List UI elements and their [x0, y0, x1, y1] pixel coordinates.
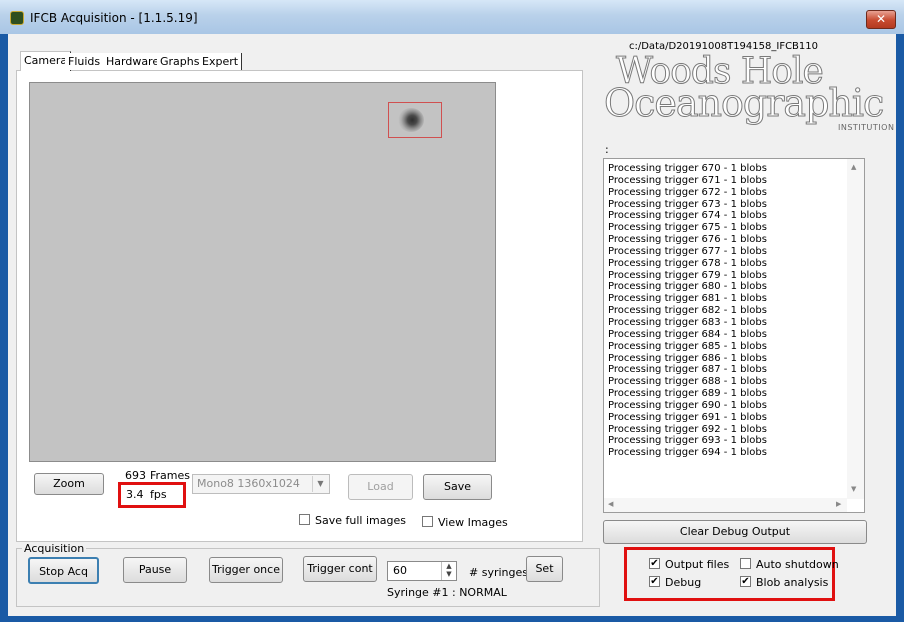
save-button[interactable]: Save [423, 474, 492, 500]
tab-hardware[interactable]: Hardware [103, 53, 164, 70]
fps-label: fps [150, 488, 167, 501]
list-item: Processing trigger 685 - 1 blobs [608, 340, 767, 352]
list-item: Processing trigger 670 - 1 blobs [608, 163, 767, 174]
particle-image [398, 108, 424, 132]
auto-shutdown-label: Auto shutdown [756, 558, 839, 571]
scroll-right-icon[interactable]: ▶ [836, 500, 841, 508]
output-files-label: Output files [665, 558, 730, 571]
list-item: Processing trigger 675 - 1 blobs [608, 222, 767, 234]
list-item: Processing trigger 673 - 1 blobs [608, 198, 767, 210]
list-item: Processing trigger 682 - 1 blobs [608, 305, 767, 317]
tab-camera[interactable]: Camera [20, 51, 72, 71]
list-item: Processing trigger 684 - 1 blobs [608, 328, 767, 340]
list-item: Processing trigger 671 - 1 blobs [608, 174, 767, 186]
list-item: Processing trigger 681 - 1 blobs [608, 293, 767, 305]
horizontal-scrollbar[interactable]: ◀ ▶ [604, 498, 847, 512]
camera-mode-select[interactable]: Mono8 1360x1024 ▼ [192, 474, 330, 494]
debug-checkbox[interactable]: ✔ [649, 576, 660, 587]
list-item: Processing trigger 677 - 1 blobs [608, 245, 767, 257]
scroll-left-icon[interactable]: ◀ [608, 500, 613, 508]
list-item: Processing trigger 693 - 1 blobs [608, 435, 767, 447]
scroll-down-icon[interactable]: ▼ [851, 485, 856, 493]
syringes-value: 60 [393, 564, 407, 577]
view-images-checkbox[interactable] [422, 516, 433, 527]
stop-acq-button[interactable]: Stop Acq [28, 557, 99, 584]
trigger-cont-button[interactable]: Trigger cont [303, 556, 377, 582]
fps-value: 3.4 [126, 488, 144, 501]
options-highlight-box [624, 547, 835, 601]
zoom-button[interactable]: Zoom [34, 473, 104, 495]
scroll-up-icon[interactable]: ▲ [851, 163, 856, 171]
list-item: Processing trigger 688 - 1 blobs [608, 376, 767, 388]
frames-label: Frames [150, 469, 191, 482]
camera-mode-value: Mono8 1360x1024 [197, 477, 300, 490]
tab-fluids[interactable]: Fluids [65, 53, 105, 70]
list-item: Processing trigger 678 - 1 blobs [608, 257, 767, 269]
set-button[interactable]: Set [526, 556, 563, 582]
debug-log-lines: Processing trigger 670 - 1 blobs Process… [608, 163, 767, 459]
list-item: Processing trigger 690 - 1 blobs [608, 399, 767, 411]
close-button[interactable]: ✕ [866, 10, 896, 29]
blob-analysis-label: Blob analysis [756, 576, 829, 589]
list-item: Processing trigger 689 - 1 blobs [608, 388, 767, 400]
tab-expert[interactable]: Expert [199, 53, 243, 70]
frames-count: 693 [125, 469, 146, 482]
clear-debug-output-button[interactable]: Clear Debug Output [603, 520, 867, 544]
blob-analysis-checkbox[interactable]: ✔ [740, 576, 751, 587]
load-button[interactable]: Load [348, 474, 413, 500]
list-item: Processing trigger 692 - 1 blobs [608, 423, 767, 435]
list-item: Processing trigger 687 - 1 blobs [608, 364, 767, 376]
auto-shutdown-checkbox[interactable] [740, 558, 751, 569]
list-item: Processing trigger 674 - 1 blobs [608, 210, 767, 222]
trigger-once-button[interactable]: Trigger once [209, 557, 283, 583]
syringes-stepper[interactable]: 60 ▲ ▼ [387, 561, 457, 581]
pause-button[interactable]: Pause [123, 557, 187, 583]
list-item: Processing trigger 691 - 1 blobs [608, 411, 767, 423]
save-full-images-checkbox[interactable] [299, 514, 310, 525]
vertical-scrollbar[interactable]: ▲ ▼ [847, 159, 864, 499]
list-item: Processing trigger 686 - 1 blobs [608, 352, 767, 364]
status-label: : [605, 143, 609, 156]
stepper-arrows-icon[interactable]: ▲ ▼ [441, 562, 456, 580]
list-item: Processing trigger 679 - 1 blobs [608, 269, 767, 281]
logo-institution: INSTITUTION [838, 123, 895, 132]
list-item: Processing trigger 672 - 1 blobs [608, 186, 767, 198]
list-item: Processing trigger 680 - 1 blobs [608, 281, 767, 293]
tab-graphs[interactable]: Graphs [157, 53, 204, 70]
logo-oceanographic: Oceanographic [603, 81, 884, 125]
list-item: Processing trigger 694 - 1 blobs [608, 447, 767, 459]
camera-view [29, 82, 496, 462]
save-full-images-label: Save full images [315, 514, 406, 527]
list-item: Processing trigger 676 - 1 blobs [608, 234, 767, 246]
list-item: Processing trigger 683 - 1 blobs [608, 316, 767, 328]
debug-label: Debug [665, 576, 702, 589]
output-files-checkbox[interactable]: ✔ [649, 558, 660, 569]
app-icon [10, 11, 24, 25]
view-images-label: View Images [438, 516, 508, 529]
window-title: IFCB Acquisition - [1.1.5.19] [30, 11, 198, 25]
syringes-label: # syringes [469, 566, 528, 579]
acquisition-group-label: Acquisition [22, 542, 87, 555]
chevron-down-icon[interactable]: ▼ [312, 476, 328, 492]
syringe-status: Syringe #1 : NORMAL [387, 586, 507, 599]
